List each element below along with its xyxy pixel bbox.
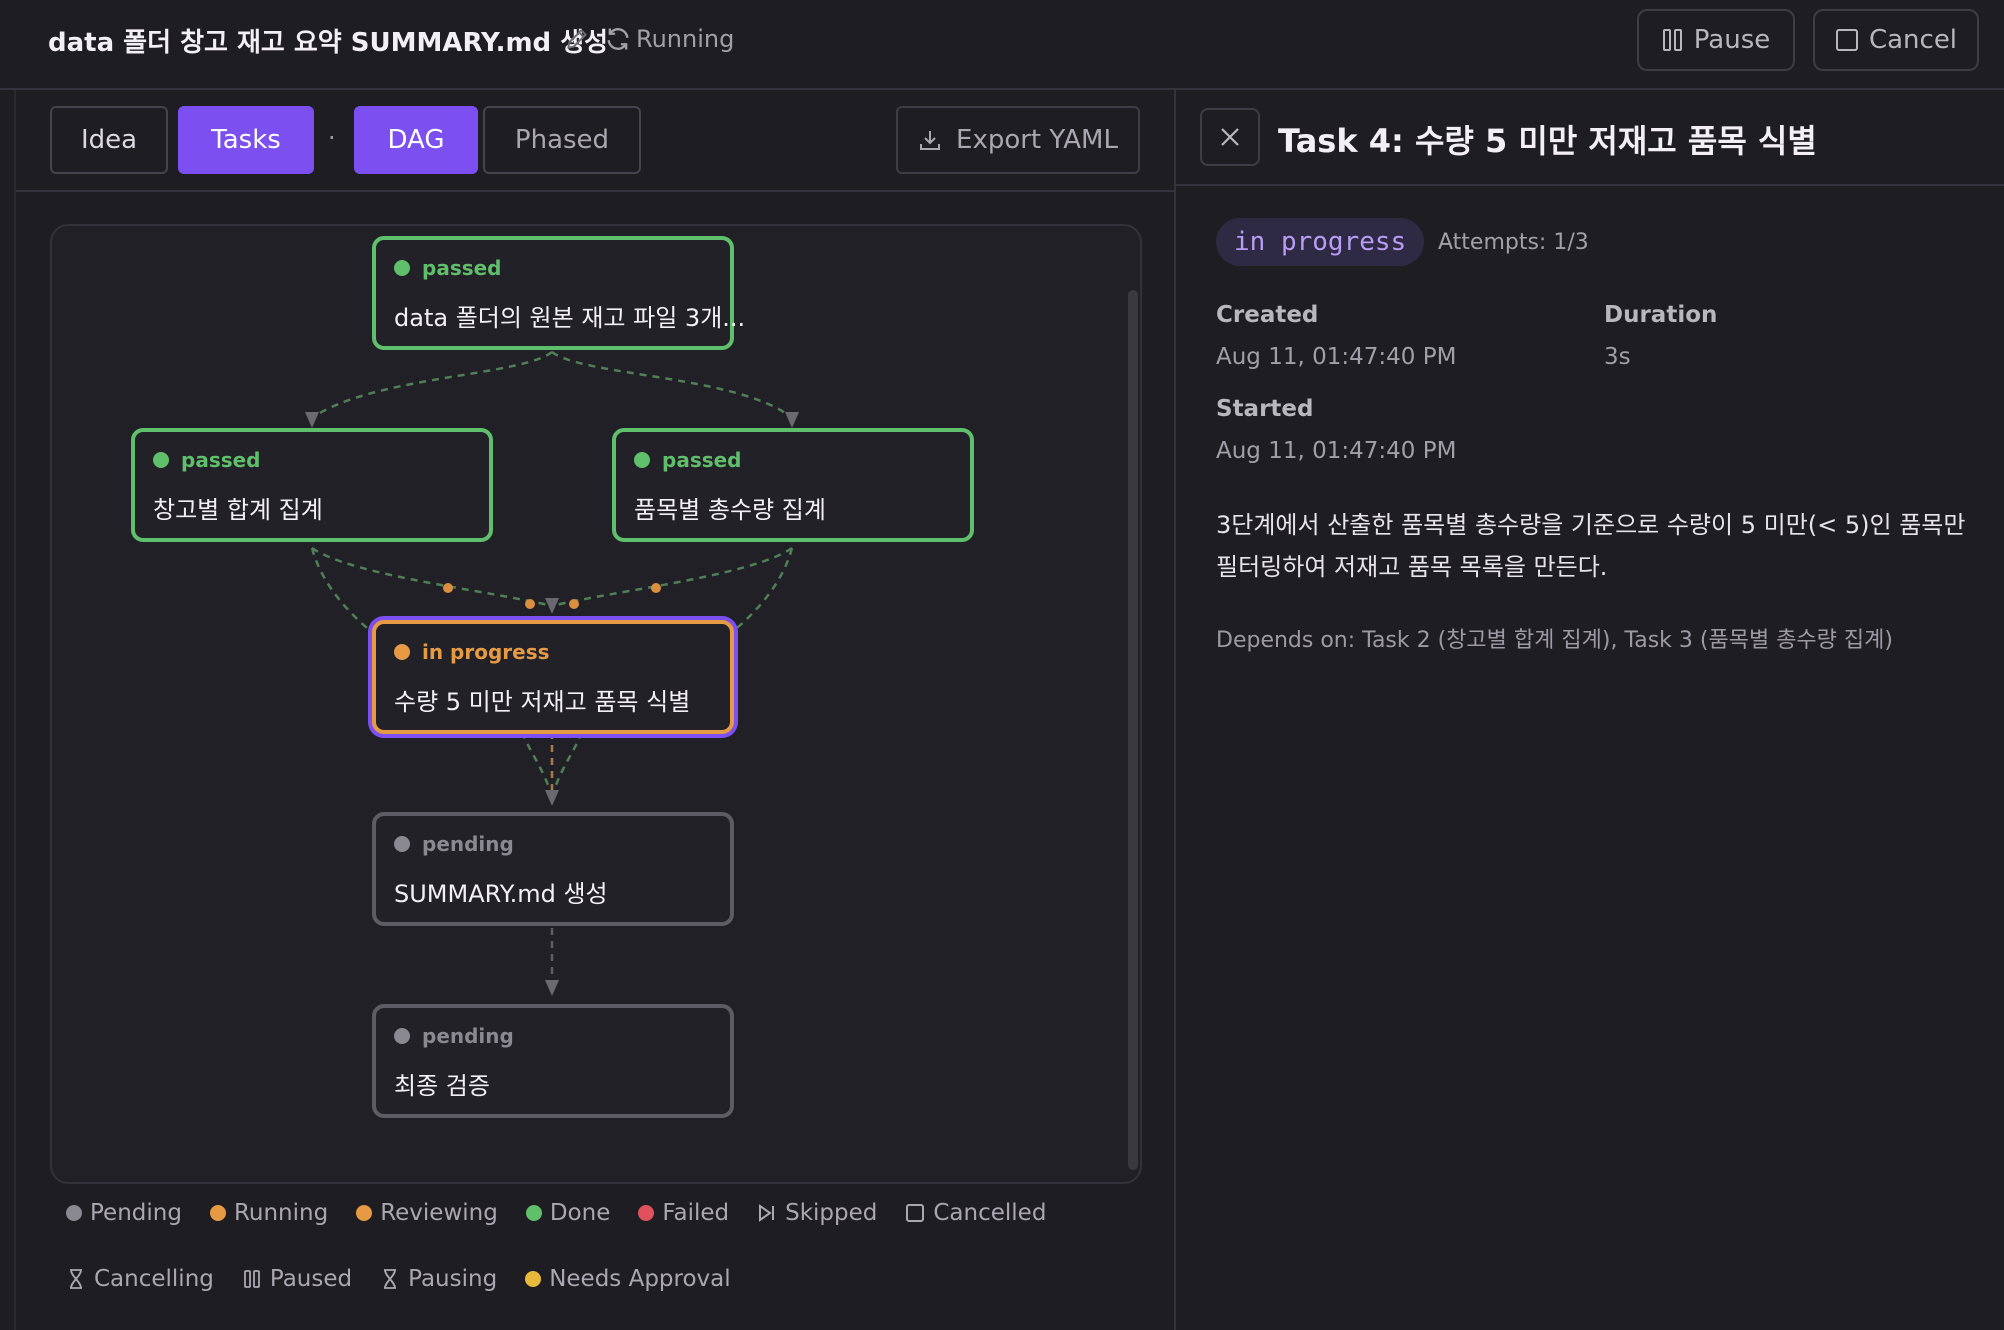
legend-cancelled: Cancelled <box>905 1200 1046 1226</box>
download-icon <box>920 131 941 150</box>
job-title: data 폴더 창고 재고 요약 SUMMARY.md 생성 <box>48 28 609 58</box>
node-status: passed <box>662 448 742 472</box>
pause-icon <box>243 1270 260 1288</box>
dag-node-task-4[interactable]: in progress 수량 5 미만 저재고 품목 식별 <box>372 620 734 734</box>
running-dot <box>209 1205 226 1221</box>
legend-row: Pending Running Reviewing Done Failed Sk… <box>66 1200 1046 1226</box>
tab-separator: · <box>328 124 336 152</box>
pencil-icon[interactable] <box>564 26 590 52</box>
hourglass-icon <box>70 1269 82 1289</box>
started-label: Started <box>1216 396 1314 422</box>
node-status: in progress <box>422 640 550 664</box>
task-detail-panel: Task 4: 수량 5 미만 저재고 품목 식별 in progress At… <box>1174 90 2004 1330</box>
reviewing-dot <box>356 1205 373 1221</box>
header-bar: data 폴더 창고 재고 요약 SUMMARY.md 생성 Running P… <box>0 0 2004 90</box>
run-status: Running <box>636 25 735 53</box>
tab-idea[interactable]: Idea <box>50 106 168 174</box>
legend-pending: Pending <box>66 1200 182 1226</box>
node-label: SUMMARY.md 생성 <box>394 880 608 908</box>
status-dot <box>634 452 650 468</box>
node-status: passed <box>422 256 502 280</box>
done-dot <box>525 1205 542 1221</box>
close-detail-button[interactable] <box>1200 108 1260 166</box>
node-label: data 폴더의 원본 재고 파일 3개... <box>394 304 746 332</box>
dag-node-task-1[interactable]: passed data 폴더의 원본 재고 파일 3개... <box>372 236 745 350</box>
stop-icon <box>906 1204 925 1222</box>
pending-dot <box>66 1205 82 1221</box>
cancel-button[interactable]: Cancel <box>1813 9 1979 71</box>
skip-icon <box>759 1204 775 1222</box>
detail-header: Task 4: 수량 5 미만 저재고 품목 식별 <box>1176 90 2004 186</box>
node-label: 최종 검증 <box>394 1072 490 1100</box>
status-badge: in progress <box>1216 218 1425 266</box>
task-title: Task 4: 수량 5 미만 저재고 품목 식별 <box>1278 122 1817 160</box>
node-status: pending <box>422 832 514 856</box>
legend-paused: Paused <box>242 1266 352 1292</box>
refresh-icon <box>607 28 629 50</box>
dag-node-task-6[interactable]: pending 최종 검증 <box>372 1004 734 1118</box>
graph-panel: Idea Tasks · DAG Phased Export YAML pass… <box>14 90 1176 1330</box>
legend-row: Cancelling Paused Pausing Needs Approval <box>66 1266 731 1292</box>
node-status: pending <box>422 1024 514 1048</box>
duration-value: 3s <box>1604 344 1631 370</box>
tab-tasks[interactable]: Tasks <box>178 106 314 174</box>
stop-icon <box>1835 29 1858 51</box>
export-yaml-button[interactable]: Export YAML <box>896 106 1140 174</box>
dag-canvas[interactable]: passed data 폴더의 원본 재고 파일 3개... passed 창고… <box>50 224 1142 1184</box>
view-toolbar: Idea Tasks · DAG Phased Export YAML <box>16 90 1176 192</box>
status-dot <box>394 260 410 276</box>
task-dependencies: Depends on: Task 2 (창고별 합계 집계), Task 3 (… <box>1216 628 1893 653</box>
status-dot <box>394 1028 410 1044</box>
legend-cancelling: Cancelling <box>66 1266 214 1292</box>
status-dot <box>394 836 410 852</box>
needs-approval-dot <box>525 1271 542 1287</box>
legend-running: Running <box>209 1200 328 1226</box>
status-dot <box>394 644 410 660</box>
legend-failed: Failed <box>638 1200 729 1226</box>
node-status: passed <box>181 448 261 472</box>
legend-done: Done <box>525 1200 610 1226</box>
cancel-label: Cancel <box>1868 25 1958 55</box>
failed-dot <box>638 1205 655 1221</box>
node-label: 수량 5 미만 저재고 품목 식별 <box>394 688 691 716</box>
node-label: 품목별 총수량 집계 <box>634 496 826 524</box>
created-value: Aug 11, 01:47:40 PM <box>1216 344 1457 370</box>
created-label: Created <box>1216 302 1319 328</box>
duration-label: Duration <box>1604 302 1718 328</box>
dag-node-task-3[interactable]: passed 품목별 총수량 집계 <box>612 428 974 542</box>
dag-node-task-5[interactable]: pending SUMMARY.md 생성 <box>372 812 734 926</box>
legend-pausing: Pausing <box>380 1266 497 1292</box>
export-label: Export YAML <box>956 125 1118 155</box>
legend-reviewing: Reviewing <box>356 1200 498 1226</box>
app-window: data 폴더 창고 재고 요약 SUMMARY.md 생성 Running P… <box>0 0 2004 1330</box>
tab-dag[interactable]: DAG <box>354 106 478 174</box>
tab-phased[interactable]: Phased <box>483 106 641 174</box>
hourglass-icon <box>384 1269 397 1289</box>
node-label: 창고별 합계 집계 <box>153 496 323 524</box>
pause-label: Pause <box>1693 25 1771 55</box>
attempts-count: Attempts: 1/3 <box>1438 230 1589 255</box>
started-value: Aug 11, 01:47:40 PM <box>1216 438 1457 464</box>
status-dot <box>153 452 169 468</box>
dag-node-task-2[interactable]: passed 창고별 합계 집계 <box>131 428 493 542</box>
legend-skipped: Skipped <box>757 1200 877 1226</box>
canvas-scrollbar[interactable] <box>1128 290 1138 1170</box>
legend-needs-approval: Needs Approval <box>525 1266 731 1292</box>
task-description: 3단계에서 산출한 품목별 총수량을 기준으로 수량이 5 미만(< 5)인 품… <box>1216 511 1966 581</box>
pause-button[interactable]: Pause <box>1637 9 1795 71</box>
pause-icon <box>1662 29 1682 51</box>
close-icon <box>1221 128 1239 146</box>
